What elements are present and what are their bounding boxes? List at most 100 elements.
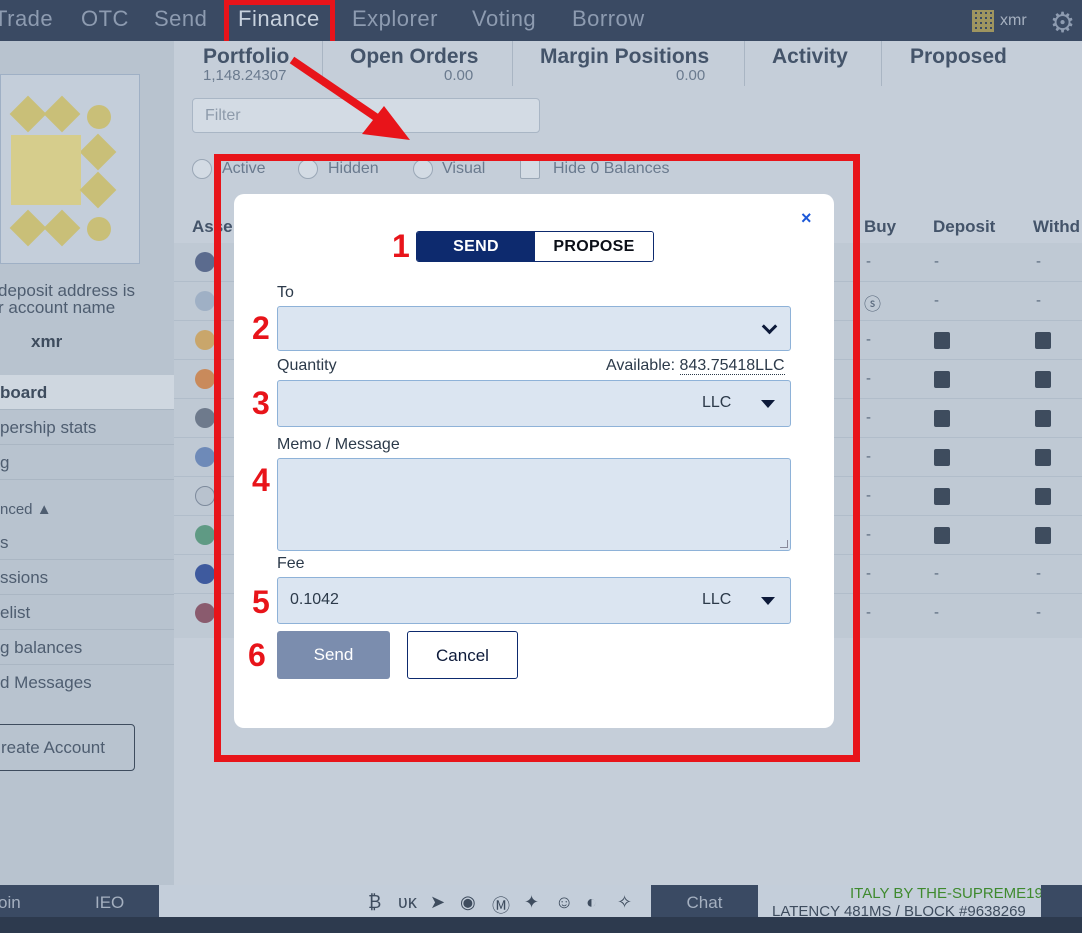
- caret-down-icon[interactable]: [761, 400, 775, 408]
- footer-right-button[interactable]: [1041, 885, 1082, 919]
- nav-explorer[interactable]: Explorer: [352, 6, 438, 32]
- tab-activity[interactable]: Activity: [772, 45, 848, 69]
- deposit-icon[interactable]: [934, 371, 950, 388]
- account-identicon: [0, 74, 140, 264]
- sidebar-item-keys[interactable]: s: [0, 525, 174, 560]
- memo-label: Memo / Message: [277, 436, 400, 453]
- nav-voting[interactable]: Voting: [472, 6, 536, 32]
- quantity-label: Quantity: [277, 357, 337, 374]
- margin-positions-value: 0.00: [676, 67, 706, 84]
- deposit-icon[interactable]: [934, 527, 950, 544]
- send-mode-tab[interactable]: SEND: [417, 232, 535, 261]
- fee-value: 0.1042: [290, 591, 339, 608]
- deposit-icon[interactable]: [934, 332, 950, 349]
- mode-toggle: SEND PROPOSE: [416, 231, 654, 262]
- deposit-icon[interactable]: [934, 449, 950, 466]
- filter-input[interactable]: Filter: [192, 98, 540, 133]
- withdraw-icon[interactable]: [1035, 410, 1051, 427]
- tab-bar: Portfolio 1,148.24307 Open Orders 0.00 M…: [174, 41, 1082, 86]
- account-identicon-icon: [972, 10, 994, 32]
- available-balance[interactable]: Available: 843.75418LLC: [606, 357, 785, 375]
- portfolio-value: 1,148.24307: [203, 67, 287, 84]
- fee-asset[interactable]: LLC: [702, 591, 731, 609]
- sidebar-item-vesting-balances[interactable]: g balances: [0, 630, 174, 665]
- footer-bottom-bar: [0, 917, 1082, 933]
- telegram-icon[interactable]: ➤: [430, 892, 445, 913]
- node-info[interactable]: ITALY BY THE-SUPREME19: [850, 885, 1043, 902]
- bird-icon[interactable]: ✦: [524, 892, 539, 913]
- withdraw-icon[interactable]: [1035, 488, 1051, 505]
- send-button[interactable]: Send: [277, 631, 390, 679]
- twitter-icon[interactable]: ✧: [617, 892, 632, 913]
- step-number-3: 3: [252, 385, 270, 421]
- tab-portfolio[interactable]: Portfolio: [203, 45, 289, 69]
- sidebar: deposit address is r account name xmr bo…: [0, 41, 174, 885]
- step-number-2: 2: [252, 310, 270, 346]
- step-number-6: 6: [248, 637, 266, 673]
- step-number-4: 4: [252, 462, 270, 498]
- fee-label: Fee: [277, 555, 305, 572]
- step-number-1: 1: [392, 228, 410, 264]
- withdraw-icon[interactable]: [1035, 449, 1051, 466]
- sidebar-item-advanced[interactable]: nced ▲: [0, 493, 174, 528]
- available-label: Available:: [606, 357, 676, 374]
- footer-gateway-link[interactable]: oin: [0, 893, 21, 913]
- tab-open-orders[interactable]: Open Orders: [350, 45, 478, 69]
- quantity-input[interactable]: LLC: [277, 380, 791, 427]
- deposit-note-line2: r account name: [0, 298, 116, 317]
- top-nav: Trade OTC Send Finance Explorer Voting B…: [0, 0, 1082, 41]
- withdraw-icon[interactable]: [1035, 371, 1051, 388]
- footer-left: oin IEO: [0, 885, 159, 919]
- quantity-asset[interactable]: LLC: [702, 394, 731, 412]
- to-select[interactable]: [277, 306, 791, 351]
- sidebar-item-whitelist[interactable]: elist: [0, 595, 174, 630]
- hive-icon[interactable]: ◐: [586, 892, 597, 913]
- bitcoin-icon[interactable]: ₿: [368, 892, 381, 913]
- memo-textarea[interactable]: [277, 458, 791, 551]
- caret-down-icon[interactable]: [761, 597, 775, 605]
- resize-handle-icon[interactable]: [780, 540, 788, 548]
- open-orders-value: 0.00: [444, 67, 474, 84]
- finance-highlight-box: [224, 0, 335, 46]
- step-number-5: 5: [252, 584, 270, 620]
- nav-borrow[interactable]: Borrow: [572, 6, 645, 32]
- close-icon[interactable]: ×: [801, 208, 812, 229]
- withdraw-icon[interactable]: [1035, 332, 1051, 349]
- available-value[interactable]: 843.75418LLC: [679, 357, 785, 375]
- deposit-icon[interactable]: [934, 410, 950, 427]
- reddit-icon[interactable]: ☺: [555, 892, 573, 913]
- deposit-icon[interactable]: [934, 488, 950, 505]
- nav-send[interactable]: Send: [154, 6, 207, 32]
- sidebar-item-permissions[interactable]: ssions: [0, 560, 174, 595]
- nav-trade[interactable]: Trade: [0, 6, 53, 32]
- gear-icon[interactable]: ⚙: [1050, 6, 1075, 39]
- col-buy: Buy: [864, 217, 897, 236]
- vk-icon[interactable]: ʋĸ: [398, 892, 417, 913]
- sidebar-item-signed-messages[interactable]: d Messages: [0, 665, 174, 700]
- medium-icon[interactable]: Ⓜ: [492, 892, 510, 918]
- to-label: To: [277, 284, 294, 301]
- sidebar-item-dashboard[interactable]: board: [0, 375, 174, 410]
- withdraw-icon[interactable]: [1035, 527, 1051, 544]
- identicon-star-icon: [11, 135, 81, 205]
- account-menu[interactable]: xmr: [972, 10, 1027, 32]
- sidebar-account-name: xmr: [31, 332, 63, 351]
- sidebar-item-signing[interactable]: g: [0, 445, 174, 480]
- footer-ieo-link[interactable]: IEO: [95, 893, 124, 913]
- account-name: xmr: [1000, 12, 1027, 30]
- nav-otc[interactable]: OTC: [81, 6, 129, 32]
- col-deposit: Deposit: [933, 217, 996, 236]
- create-account-button[interactable]: reate Account: [0, 724, 135, 771]
- cancel-button[interactable]: Cancel: [407, 631, 518, 679]
- fee-input[interactable]: 0.1042 LLC: [277, 577, 791, 624]
- chevron-down-icon: [761, 318, 778, 335]
- col-withdraw: Withd: [1033, 217, 1081, 236]
- discord-icon[interactable]: ◉: [460, 892, 476, 913]
- radio-active[interactable]: [192, 159, 212, 179]
- propose-mode-tab[interactable]: PROPOSE: [535, 232, 653, 261]
- send-modal: SEND PROPOSE × To Quantity Available: 84…: [234, 194, 834, 728]
- chat-button[interactable]: Chat: [651, 885, 758, 919]
- tab-proposed[interactable]: Proposed: [910, 45, 1007, 69]
- sidebar-item-membership-stats[interactable]: pership stats: [0, 410, 174, 445]
- tab-margin-positions[interactable]: Margin Positions: [540, 45, 709, 69]
